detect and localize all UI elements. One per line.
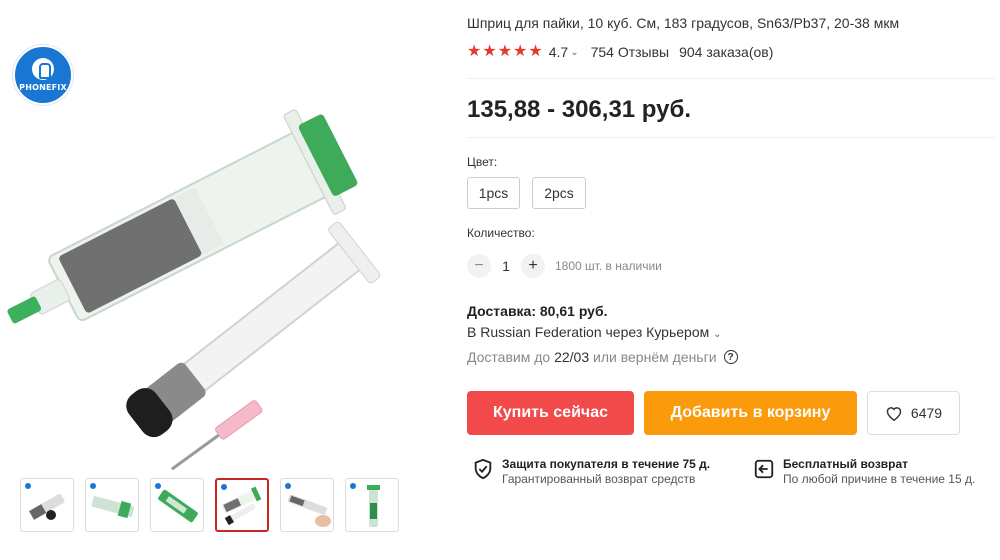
orders-count: 904 заказа(ов) [679,44,774,60]
buyer-protection-subtitle: Гарантированный возврат средств [502,472,696,486]
help-icon[interactable]: ? [723,350,738,364]
quantity-label: Количество: [467,226,535,240]
thumbnail-4[interactable] [215,478,269,532]
quantity-decrease-button[interactable]: − [467,254,491,278]
thumbnail-2[interactable] [85,478,139,532]
free-return-subtitle: По любой причине в течение 15 д. [783,472,976,486]
quantity-input[interactable]: 1 [491,258,521,274]
star-icon: ★ [467,43,482,60]
star-icon: ★ [528,43,543,60]
store-brand: PHONEFIX [19,83,67,92]
variant-1pcs[interactable]: 1pcs [467,177,520,209]
delivery-date-prefix: Доставим до [467,349,551,365]
thumbnail-1[interactable] [20,478,74,532]
wishlist-button[interactable]: 6479 [867,391,960,435]
star-icon: ★ [482,43,497,60]
reviews-link[interactable]: 754 Отзывы [591,44,670,60]
delivery-date: Доставим до 22/03 или вернём деньги ? [467,349,738,365]
free-return-title: Бесплатный возврат [783,457,909,471]
chevron-down-icon[interactable]: ⌄ [570,47,578,58]
shipping-price: Доставка: 80,61 руб. [467,303,608,319]
shield-check-icon [474,458,492,480]
divider [467,78,995,79]
star-icon: ★ [513,43,528,60]
color-label: Цвет: [467,155,498,169]
delivery-date-value: 22/03 [554,349,590,365]
divider [467,137,995,138]
store-logo[interactable]: PHONEFIX [13,45,73,105]
quantity-stepper: − 1 + 1800 шт. в наличии [467,254,662,278]
rating-row: ★ ★ ★ ★ ★ 4.7 ⌄ 754 Отзывы 904 заказа(ов… [467,44,774,61]
buyer-protection-title: Защита покупателя в течение 75 д. [502,457,711,471]
main-product-image[interactable] [0,30,450,471]
shipping-destination[interactable]: В Russian Federation через Курьером ⌄ [467,324,722,340]
price: 135,88 - 306,31 руб. [467,96,691,123]
stock-text: 1800 шт. в наличии [555,259,662,273]
thumbnail-5[interactable] [280,478,334,532]
chevron-down-icon: ⌄ [713,329,722,340]
add-to-cart-button[interactable]: Добавить в корзину [644,391,857,435]
wishlist-count: 6479 [910,405,943,421]
shipping-destination-text: В Russian Federation через Курьером [467,324,710,340]
free-return: Бесплатный возврат По любой причине в те… [753,456,975,487]
heart-icon [886,407,902,421]
buyer-protection: Защита покупателя в течение 75 д. Гарант… [472,456,710,487]
return-icon [754,459,774,479]
buy-now-button[interactable]: Купить сейчас [467,391,634,435]
star-icon: ★ [497,43,513,60]
thumbnail-3[interactable] [150,478,204,532]
rating-stars: ★ ★ ★ ★ ★ [467,44,543,60]
thumbnail-6[interactable] [345,478,399,532]
thumbnail-strip [20,478,399,532]
quantity-increase-button[interactable]: + [521,254,545,278]
delivery-date-suffix: или вернём деньги [593,349,717,365]
rating-value[interactable]: 4.7 [549,44,568,60]
variant-2pcs[interactable]: 2pcs [532,177,586,209]
product-title: Шприц для пайки, 10 куб. См, 183 градусо… [467,15,900,31]
phonefix-logo-icon [32,58,54,80]
